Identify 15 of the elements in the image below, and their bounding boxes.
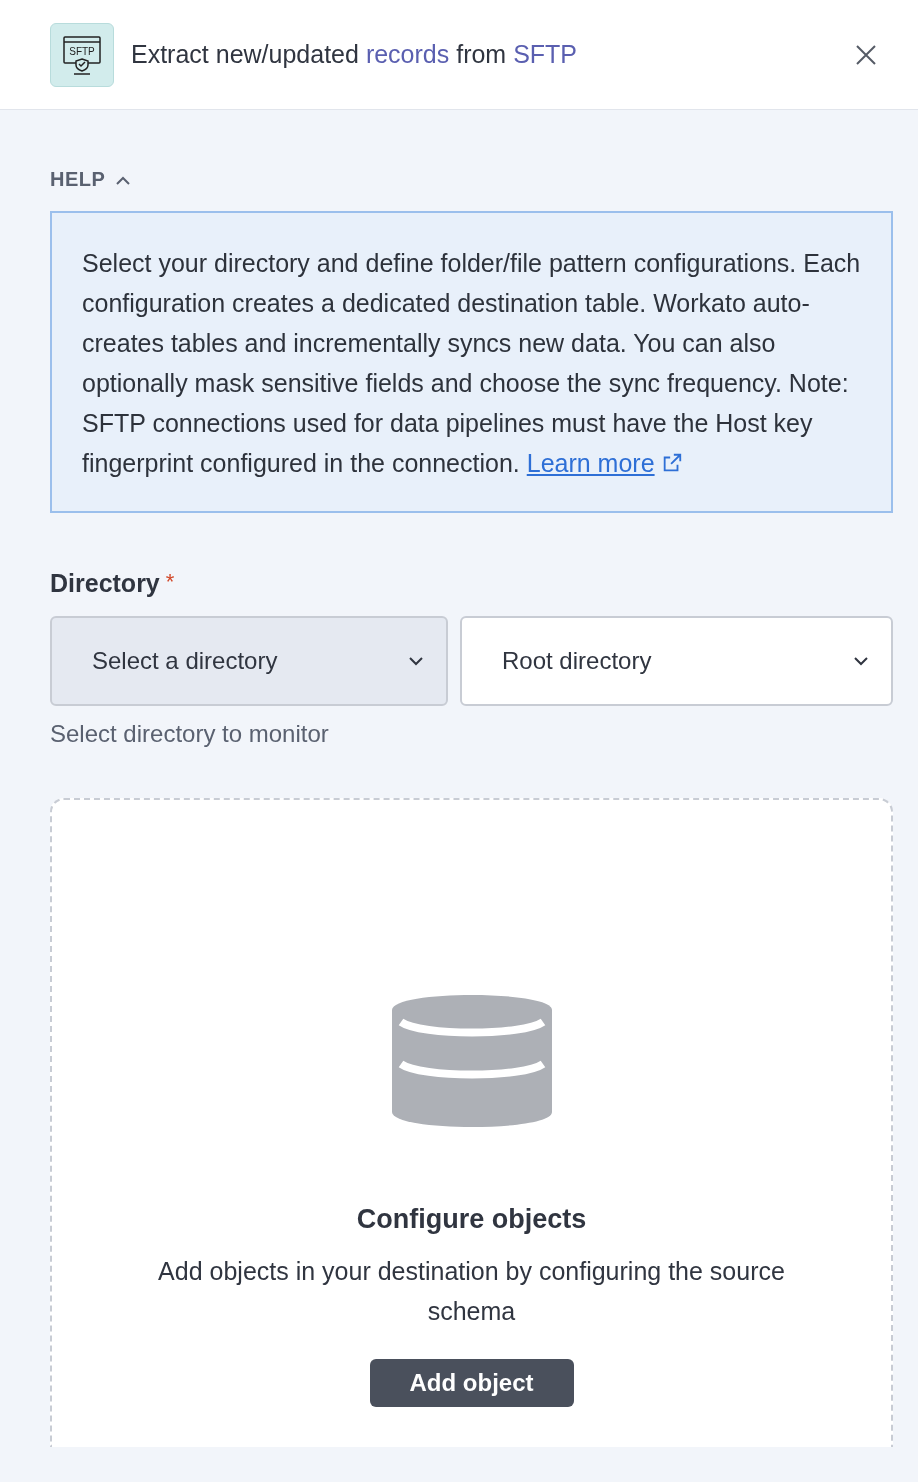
- panel-title: Extract new/updated records from SFTP: [131, 40, 579, 69]
- learn-more-link[interactable]: Learn more: [526, 443, 683, 483]
- sftp-logo: SFTP: [50, 22, 114, 87]
- help-toggle[interactable]: HELP: [50, 168, 132, 191]
- chevron-icon: [115, 174, 132, 185]
- chevron-down-icon: [408, 656, 424, 666]
- required-asterisk: *: [165, 569, 175, 595]
- help-text: Select your directory and define folder/file pattern configurations. Each configuration creates a dedicated destination table. Workato auto-creates tables and incrementally syncs new data. You can also optionally mask sensitive fields and choose the sync frequency. Note: SFTP connections used for data pipelines must have the Host key fingerprint configured in the connection. Learn more: [50, 211, 893, 513]
- add-object-button[interactable]: Add object: [369, 1359, 574, 1407]
- directory-label: Directory: [50, 569, 160, 598]
- directory-hint: Select directory to monitor: [50, 720, 330, 748]
- directory-select[interactable]: Root directory: [460, 616, 893, 706]
- chevron-down-icon: [853, 656, 869, 666]
- empty-state-title: Configure objects: [356, 1204, 587, 1235]
- empty-state-description: Add objects in your destination by configuring the source schema: [157, 1256, 786, 1327]
